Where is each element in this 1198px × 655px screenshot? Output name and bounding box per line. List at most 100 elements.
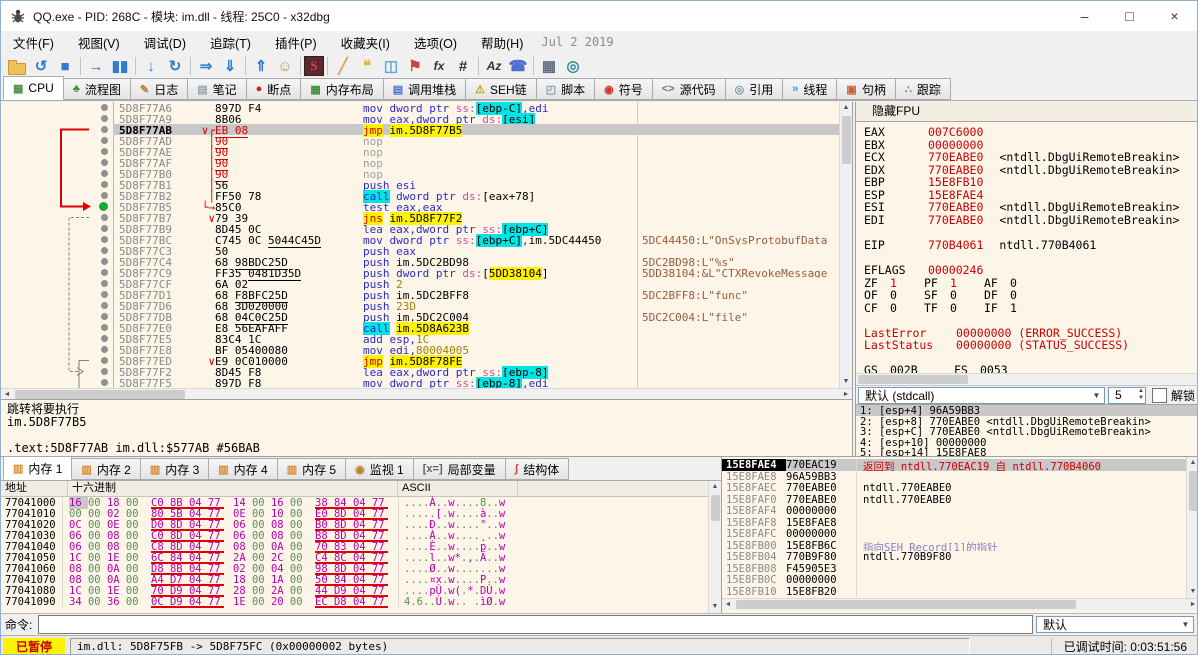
gutter-dot-icon[interactable] bbox=[101, 159, 108, 166]
menu-item-file[interactable]: 文件(F) bbox=[1, 31, 66, 54]
scroll-down-icon[interactable]: ▼ bbox=[709, 601, 721, 613]
dump-tab-locals[interactable]: [x=] 局部变量 bbox=[412, 458, 506, 480]
comment-icon[interactable]: ❝ bbox=[355, 55, 379, 77]
disasm-row[interactable]: 5D8F77A6 897D F4 mov dword ptr ss:[ebp-C],… bbox=[1, 102, 852, 115]
dump-row[interactable]: 77041030 06 00 08 00 C0 8D 04 77 06 00 08 0… bbox=[1, 530, 721, 542]
argument-row[interactable]: 4: [esp+10] 00000000 bbox=[856, 437, 1197, 449]
command-profile-select[interactable]: 默认 ▼ bbox=[1036, 616, 1194, 633]
disasm-row[interactable]: 5D8F77AB ∨┌ EB 08 jmp im.5D8F77B5 bbox=[1, 124, 852, 138]
gutter-dot-icon[interactable] bbox=[101, 269, 108, 276]
dump-header-十六进制[interactable]: 十六进制 bbox=[68, 481, 398, 496]
disasm-row[interactable]: 5D8F77ED ∨ E9 0C010000 jmp im.5D8F78FE bbox=[1, 355, 852, 368]
register-row[interactable]: CF 0 TF 0 IF 1 bbox=[856, 301, 1197, 315]
register-row[interactable]: EDI 770EABE0 <ntdll.DbgUiRemoteBreakin> bbox=[856, 213, 1197, 227]
register-row[interactable]: LastStatus 00000000 (STATUS_SUCCESS) bbox=[856, 338, 1197, 352]
tab-source[interactable]: <> 源代码 bbox=[651, 78, 726, 100]
dump-tab-struct[interactable]: ʃ 结构体 bbox=[504, 458, 570, 480]
dump-row[interactable]: 77041090 34 00 36 00 0C D9 04 77 1E 00 20 0… bbox=[1, 596, 721, 608]
stack-view[interactable]: 15E8FAE4 770EAC19 返回到 ntdll.770EAC19 自 ntd… bbox=[722, 457, 1197, 598]
hide-fpu-button[interactable]: 隐藏FPU bbox=[856, 102, 1197, 122]
args-count-spinner[interactable]: 5 ▲ ▼ bbox=[1107, 386, 1146, 404]
gutter-dot-icon[interactable] bbox=[101, 170, 108, 177]
dump-row[interactable]: 77041000 16 00 18 00 C0 8B 04 77 14 00 16 0… bbox=[1, 497, 721, 509]
register-row[interactable]: ESI 770EABE0 <ntdll.DbgUiRemoteBreakin> bbox=[856, 200, 1197, 214]
gutter-dot-icon[interactable] bbox=[101, 236, 108, 243]
gutter-dot-icon[interactable] bbox=[101, 313, 108, 320]
scroll-down-icon[interactable]: ▼ bbox=[840, 376, 852, 388]
dump-tab-dump-1[interactable]: ▥ 内存 1 bbox=[3, 456, 73, 480]
tab-notes[interactable]: ▤ 笔记 bbox=[187, 78, 247, 100]
scroll-up-icon[interactable]: ▲ bbox=[709, 481, 721, 493]
arguments-view[interactable]: 1: [esp+4] 96A59BB3 2: [esp+8] 770EABE0 <… bbox=[856, 404, 1197, 458]
menu-item-debug[interactable]: 调试(D) bbox=[132, 31, 198, 54]
stack-row[interactable]: 15E8FB00 15E8FB6C 指向SEH_Record[1]的指针 bbox=[722, 539, 1197, 552]
tab-breakpoints[interactable]: ● 断点 bbox=[245, 78, 302, 100]
restart-icon[interactable]: ↺ bbox=[29, 55, 53, 77]
argument-row[interactable]: 2: [esp+8] 770EABE0 <ntdll.DbgUiRemoteBr… bbox=[856, 416, 1197, 428]
dump-vscrollbar[interactable]: ▲ ▼ bbox=[708, 481, 721, 613]
execute-till-return-icon[interactable]: ⇓ bbox=[218, 55, 242, 77]
hash-icon[interactable]: # bbox=[451, 55, 475, 77]
dump-tab-dump-4[interactable]: ▥ 内存 4 bbox=[208, 458, 278, 480]
stack-vscrollbar[interactable]: ▲ ▼ bbox=[1186, 457, 1197, 598]
dump-tab-dump-2[interactable]: ▥ 内存 2 bbox=[71, 458, 141, 480]
scroll-right-icon[interactable]: ► bbox=[1187, 599, 1197, 610]
stack-row[interactable]: 15E8FAEC 770EABE0 ntdll.770EABE0 bbox=[722, 482, 1197, 494]
gutter-dot-icon[interactable] bbox=[101, 302, 108, 309]
maximize-button[interactable]: □ bbox=[1107, 1, 1152, 31]
tab-graph[interactable]: ♣ 流程图 bbox=[62, 78, 131, 100]
menu-item-view[interactable]: 视图(V) bbox=[66, 31, 132, 54]
gutter-dot-icon[interactable] bbox=[101, 115, 108, 122]
step-out-icon[interactable]: ⇑ bbox=[249, 55, 273, 77]
gutter-dot-icon[interactable] bbox=[101, 148, 108, 155]
open-file-icon[interactable] bbox=[5, 55, 29, 77]
dump-row[interactable]: 77041070 08 00 0A 00 A4 D7 04 77 18 00 1A 0… bbox=[1, 574, 721, 586]
step-into-icon[interactable]: ↓ bbox=[139, 55, 163, 77]
unlock-checkbox[interactable] bbox=[1151, 387, 1167, 403]
disasm-row[interactable]: 5D8F77CF 6A 02 push 2 bbox=[1, 278, 852, 291]
gutter-dot-icon[interactable] bbox=[101, 357, 108, 364]
dump-view[interactable]: 地址 十六进制 ASCII 77041000 16 00 18 00 C0 8B 04 … bbox=[1, 480, 721, 613]
tab-cpu[interactable]: ▦ CPU bbox=[3, 76, 64, 100]
gutter-dot-icon[interactable] bbox=[101, 368, 108, 375]
register-row[interactable]: EBX 00000000 bbox=[856, 138, 1197, 152]
dump-row[interactable]: 77041050 1C 00 1E 00 6C 84 04 77 2A 00 2C 0… bbox=[1, 552, 721, 564]
tab-memory-map[interactable]: ▦ 内存布局 bbox=[300, 78, 384, 100]
disasm-row[interactable]: 5D8F77E0 E8 56EAFAFF call im.5D8A623B bbox=[1, 322, 852, 335]
stack-row[interactable]: 15E8FAF0 770EABE0 ntdll.770EABE0 bbox=[722, 493, 1197, 506]
gutter-dot-icon[interactable] bbox=[101, 335, 108, 342]
registers-hscrollbar[interactable] bbox=[856, 373, 1197, 385]
register-row[interactable] bbox=[856, 225, 1197, 238]
stack-row[interactable]: 15E8FB10 15E8FB20 bbox=[722, 585, 1197, 598]
label-icon[interactable]: ◫ bbox=[379, 55, 403, 77]
tab-references[interactable]: ◎ 引用 bbox=[724, 78, 784, 100]
breakpoint-dot-icon[interactable] bbox=[99, 202, 108, 211]
calling-convention-select[interactable]: 默认 (stdcall) ▼ bbox=[858, 386, 1105, 404]
dump-row[interactable]: 77041020 0C 00 0E 00 D0 8D 04 77 06 00 08 0… bbox=[1, 519, 721, 531]
disasm-row[interactable]: 5D8F77B2 │ FF50 78 call dword ptr ds:[eax+7… bbox=[1, 190, 852, 203]
globe-icon[interactable]: ◎ bbox=[561, 55, 585, 77]
stack-row[interactable]: 15E8FAFC 00000000 bbox=[722, 528, 1197, 540]
disasm-row[interactable]: 5D8F77DB 68 04C0C25D push im.5DC2C004 5DC2C… bbox=[1, 311, 852, 325]
tab-symbols[interactable]: ◉ 符号 bbox=[594, 78, 653, 100]
gutter-dot-icon[interactable] bbox=[101, 379, 108, 386]
register-row[interactable]: EBP 15E8FB10 bbox=[856, 175, 1197, 189]
disasm-row[interactable]: 5D8F77AD │ 90 nop bbox=[1, 135, 852, 149]
stop-icon[interactable]: ■ bbox=[53, 55, 77, 77]
stack-row[interactable]: 15E8FAF4 00000000 bbox=[722, 505, 1197, 517]
disasm-row[interactable]: 5D8F77F5 897D F8 mov dword ptr ss:[ebp-8],… bbox=[1, 377, 852, 388]
disasm-row[interactable]: 5D8F77F2 8D45 F8 lea eax,dword ptr ss:[ebp… bbox=[1, 366, 852, 379]
registers-view[interactable]: EAX 007C6000 EBX 00000000 ECX 770EABE0 <ntdll.… bbox=[856, 122, 1197, 373]
gutter-dot-icon[interactable] bbox=[101, 258, 108, 265]
tab-handles[interactable]: ▣ 句柄 bbox=[836, 78, 896, 100]
patch-icon[interactable]: ╱ bbox=[331, 55, 355, 77]
gutter-dot-icon[interactable] bbox=[101, 214, 108, 221]
gutter-dot-icon[interactable] bbox=[101, 346, 108, 353]
stack-row[interactable]: 15E8FB0C 00000000 bbox=[722, 574, 1197, 586]
scroll-left-icon[interactable]: ◄ bbox=[722, 599, 734, 610]
tab-threads[interactable]: » 线程 bbox=[782, 78, 838, 100]
gutter-dot-icon[interactable] bbox=[101, 291, 108, 298]
settings-icon[interactable]: S bbox=[304, 56, 324, 76]
strings-icon[interactable]: Az bbox=[482, 55, 506, 77]
disasm-row[interactable]: 5D8F77B0 │ 90 nop bbox=[1, 168, 852, 182]
